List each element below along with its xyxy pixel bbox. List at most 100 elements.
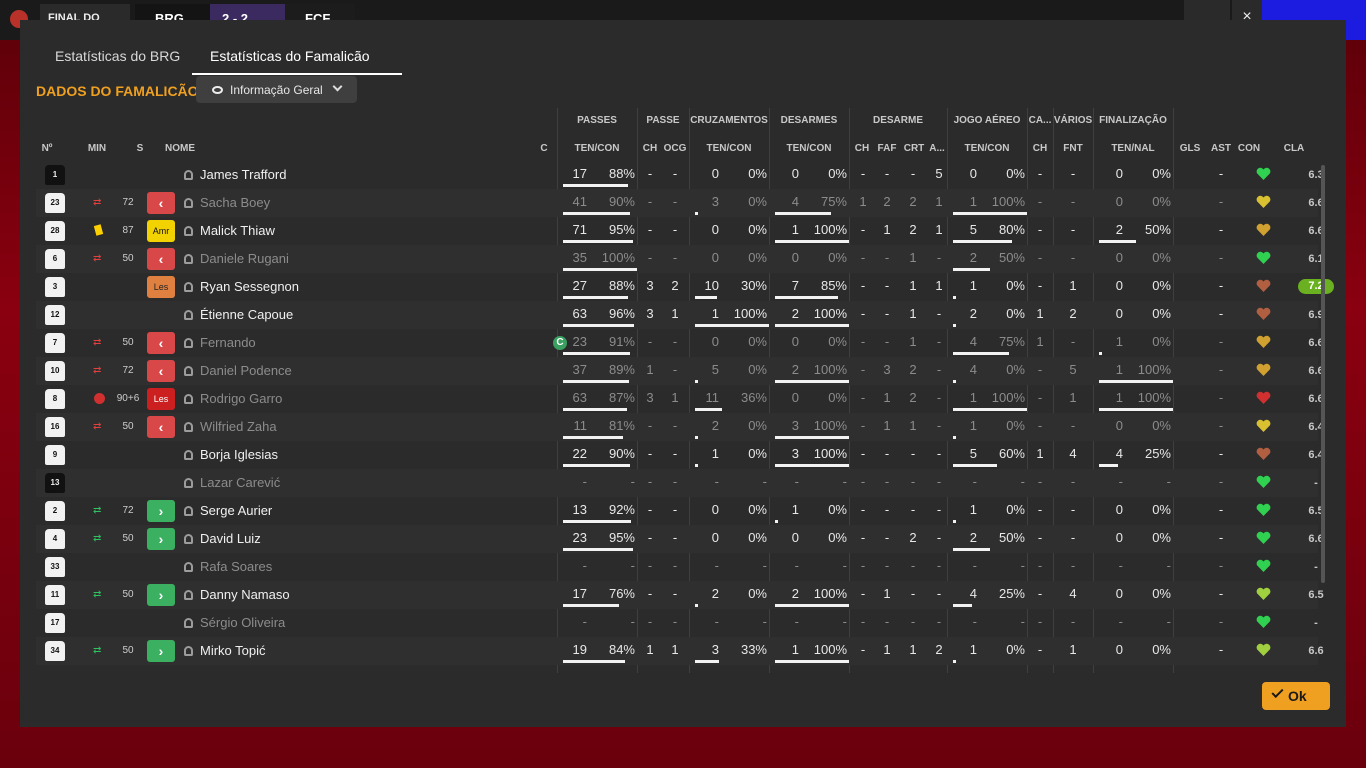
column-header-col-passe-ch[interactable]: CH	[640, 143, 660, 154]
player-name[interactable]: Mirko Topić	[200, 637, 266, 665]
column-header-col-fin[interactable]: TEN/NAL	[1093, 143, 1173, 154]
column-header-col-con[interactable]: CON	[1234, 143, 1264, 154]
table-row[interactable]: 4 ⇄ 50 › David Luiz 23 95% - -0 0% 0 0% - -2-2 50% - -0 0…	[36, 525, 1324, 553]
tackle-detail: -	[936, 614, 942, 629]
column-header-col-d-faf[interactable]: FAF	[876, 143, 898, 154]
column-header-col-d-crt[interactable]: CRT	[902, 143, 926, 154]
column-header-col-passe-ocg[interactable]: OCG	[663, 143, 687, 154]
column-header-col-passes[interactable]: TEN/CON	[557, 143, 637, 154]
player-profile-icon[interactable]	[184, 422, 193, 432]
player-rating: 6.6	[1308, 225, 1324, 237]
player-profile-icon[interactable]	[184, 534, 193, 544]
column-header-col-num[interactable]: Nº	[36, 143, 58, 154]
player-profile-icon[interactable]	[184, 338, 193, 348]
player-profile-icon[interactable]	[184, 226, 193, 236]
player-profile-icon[interactable]	[184, 282, 193, 292]
table-row[interactable]: 3 Les Ryan Sessegnon 27 88% 3 2 10 30% 7 85% - -1 1 1 0…	[36, 273, 1334, 301]
table-row[interactable]: 28 87 Amr Malick Thiaw 71 95% - -0 0% 1 100% -1 2 1 5 8…	[36, 217, 1324, 245]
passes-bar	[563, 268, 637, 271]
shots-bar	[1099, 408, 1173, 411]
table-row[interactable]: 16 ⇄ 50 ‹ Wilfried Zaha 11 81% - -2 0% 3 100% -1 1-1 0…	[36, 413, 1324, 441]
minute: 50	[122, 533, 134, 544]
table-row[interactable]: 23 ⇄ 72 ‹ Sacha Boey 41 90% - -3 0% 4 75% 1 2 2 1 1 100% -…	[36, 189, 1324, 217]
player-name[interactable]: Daniel Podence	[200, 357, 292, 385]
column-header-col-s[interactable]: S	[131, 143, 149, 154]
subbed-on-badge: ›	[147, 528, 175, 550]
table-row[interactable]: 7 ⇄ 50 ‹ Fernando C 23 91% - -0 0% 0 0% - -1-4 75% 1-1 0%…	[36, 329, 1324, 357]
player-name[interactable]: Danny Namaso	[200, 581, 290, 609]
table-row[interactable]: 9 Borja Iglesias 22 90% - -1 0% 3 100% - - - -5 60% 1 4…	[36, 441, 1324, 469]
table-row[interactable]: 11 ⇄ 50 › Danny Namaso 17 76% - -2 0% 2 100% -1- -4 25…	[36, 581, 1324, 609]
crosses-bar	[695, 660, 719, 663]
player-name[interactable]: Étienne Capoue	[200, 301, 293, 329]
player-profile-icon[interactable]	[184, 198, 193, 208]
column-header-col-des[interactable]: TEN/CON	[769, 143, 849, 154]
table-row[interactable]: 8 90+6 Les Rodrigo Garro 63 87% 3 1 11 36% 0 0% -1 2-…	[36, 385, 1324, 413]
passes-bar	[563, 436, 623, 439]
player-profile-icon[interactable]	[184, 618, 193, 628]
table-row[interactable]: 6 ⇄ 50 ‹ Daniele Rugani 35 100% - -0 0% 0 0% - -1-2 50…	[36, 245, 1324, 273]
player-name[interactable]: Borja Iglesias	[200, 441, 278, 469]
player-name[interactable]: Malick Thiaw	[200, 217, 275, 245]
table-row[interactable]: 1 James Trafford 17 88% - -0 0% 0 0% - - -5 0 0% - -0 0%…	[36, 161, 1324, 189]
table-row[interactable]: 12 Étienne Capoue 63 96% 3 1 1 100% 2 100% - -1-2 0%…	[36, 301, 1324, 329]
ok-button[interactable]: Ok	[1262, 682, 1330, 710]
column-header-col-ca-ch[interactable]: CH	[1030, 143, 1050, 154]
column-header-col-d-a[interactable]: A...	[928, 143, 946, 154]
aerial-bar	[953, 380, 956, 383]
tackles-bar	[775, 464, 849, 467]
tackles-bar	[775, 436, 849, 439]
player-profile-icon[interactable]	[184, 450, 193, 460]
player-profile-icon[interactable]	[184, 506, 193, 516]
passe-ch: 3	[646, 278, 654, 293]
player-profile-icon[interactable]	[184, 310, 193, 320]
passe-ocg: -	[672, 586, 678, 601]
player-name[interactable]: Ryan Sessegnon	[200, 273, 299, 301]
table-row[interactable]: 2 ⇄ 72 › Serge Aurier 13 92% - -0 0% 1 0% - - - -1 0% - -0…	[36, 497, 1324, 525]
subbed-off-badge: ‹	[147, 360, 175, 382]
player-name[interactable]: Lazar Carević	[200, 469, 280, 497]
player-name[interactable]: James Trafford	[200, 161, 286, 189]
crosses-bar	[695, 324, 769, 327]
player-profile-icon[interactable]	[184, 562, 193, 572]
sub-off-icon: ⇄	[93, 197, 102, 208]
crosses-pct: 0%	[748, 530, 767, 545]
status-badge: Amr	[147, 220, 175, 242]
column-header-col-name[interactable]: NOME	[160, 143, 200, 154]
player-name[interactable]: Sérgio Oliveira	[200, 609, 285, 637]
player-name[interactable]: Wilfried Zaha	[200, 413, 277, 441]
player-profile-icon[interactable]	[184, 170, 193, 180]
table-row[interactable]: 33 Rafa Soares - - - - - - - - - - - - - - - - - - - -	[36, 553, 1318, 581]
player-name[interactable]: Serge Aurier	[200, 497, 272, 525]
column-header-col-min[interactable]: MIN	[86, 143, 108, 154]
player-name[interactable]: Fernando	[200, 329, 256, 357]
column-header-col-d-ch[interactable]: CH	[852, 143, 872, 154]
player-name[interactable]: David Luiz	[200, 525, 261, 553]
table-row[interactable]: 17 Sérgio Oliveira - - - - - - - - - - - - - - - - - - - -	[36, 609, 1318, 637]
player-name[interactable]: Rodrigo Garro	[200, 385, 282, 413]
player-profile-icon[interactable]	[184, 478, 193, 488]
player-profile-icon[interactable]	[184, 590, 193, 600]
column-header-col-aereo[interactable]: TEN/CON	[947, 143, 1027, 154]
player-profile-icon[interactable]	[184, 646, 193, 656]
table-row[interactable]: 10 ⇄ 72 ‹ Daniel Podence 37 89% 1-5 0% 2 100% -3 2-4…	[36, 357, 1324, 385]
tackle-detail: -	[910, 614, 916, 629]
tackle-detail: 1	[909, 306, 917, 321]
player-name[interactable]: Daniele Rugani	[200, 245, 289, 273]
scrollbar[interactable]	[1321, 165, 1325, 583]
column-header-col-gls[interactable]: GLS	[1176, 143, 1204, 154]
column-header-col-cruz[interactable]: TEN/CON	[689, 143, 769, 154]
player-profile-icon[interactable]	[184, 254, 193, 264]
passes-bar	[563, 324, 634, 327]
player-profile-icon[interactable]	[184, 394, 193, 404]
column-header-col-cla[interactable]: CLA	[1276, 143, 1312, 154]
player-name[interactable]: Sacha Boey	[200, 189, 270, 217]
shots-attempts: -	[1118, 614, 1123, 629]
column-header-col-v-fnt[interactable]: FNT	[1060, 143, 1086, 154]
table-row[interactable]: 34 ⇄ 50 › Mirko Topić 19 84% 1 1 3 33% 1 100% -1 1 2 1 0%…	[36, 637, 1324, 665]
column-header-col-c[interactable]: C	[536, 143, 552, 154]
player-profile-icon[interactable]	[184, 366, 193, 376]
column-header-col-ast[interactable]: AST	[1208, 143, 1234, 154]
player-name[interactable]: Rafa Soares	[200, 553, 272, 581]
table-row[interactable]: 13 Lazar Carević - - - - - - - - - - - - - - - - - - - -	[36, 469, 1318, 497]
